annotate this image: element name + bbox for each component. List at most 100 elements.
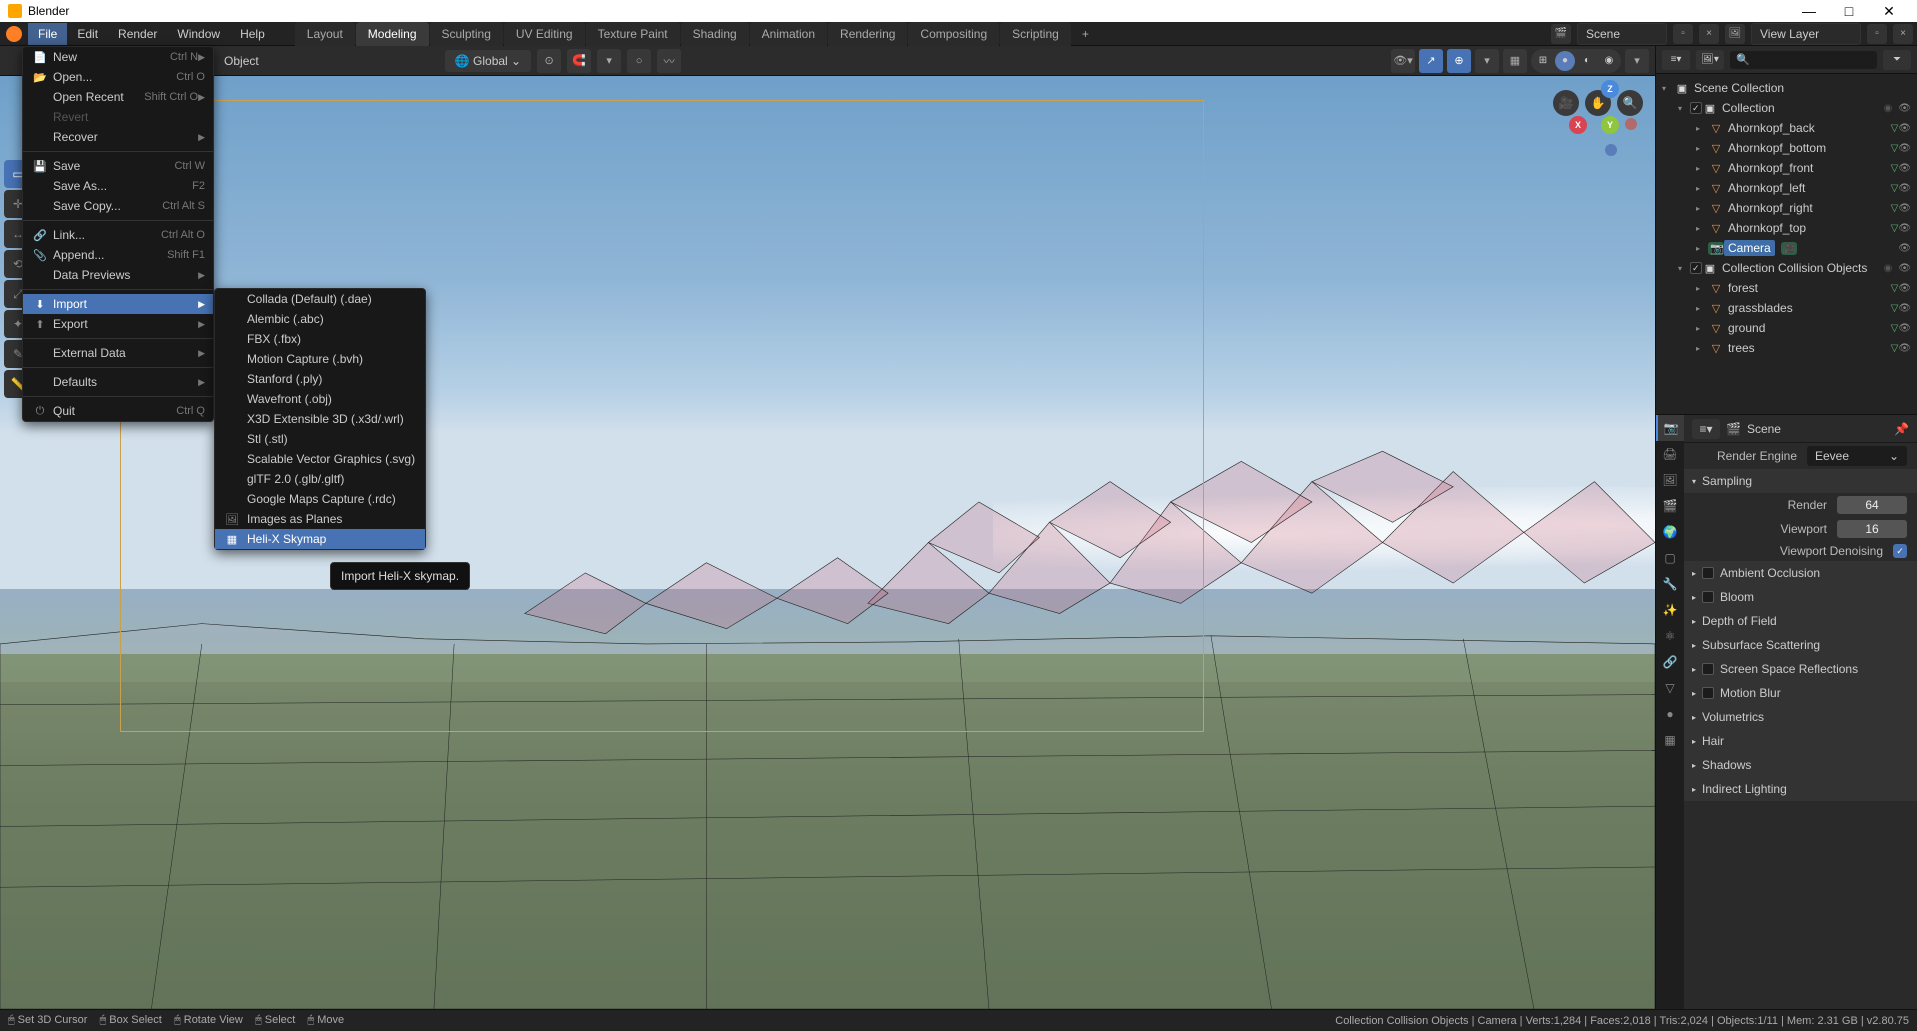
import-fbx-fbx-[interactable]: FBX (.fbx) (215, 329, 425, 349)
proportional-opts-icon[interactable]: 〰 (657, 49, 681, 73)
import-scalable-vector-graphics-svg-[interactable]: Scalable Vector Graphics (.svg) (215, 449, 425, 469)
vp-menu-object2[interactable]: Object (224, 54, 259, 68)
tab-scripting[interactable]: Scripting (1000, 22, 1071, 46)
viewlayer-del-icon[interactable]: × (1893, 24, 1913, 44)
import-google-maps-capture-rdc-[interactable]: Google Maps Capture (.rdc) (215, 489, 425, 509)
panel-indirect-lighting[interactable]: ▸Indirect Lighting (1684, 777, 1917, 801)
tab-uv-editing[interactable]: UV Editing (504, 22, 585, 46)
panel-subsurface-scattering[interactable]: ▸Subsurface Scattering (1684, 633, 1917, 657)
menu-window[interactable]: Window (167, 23, 230, 45)
snap-opts-icon[interactable]: ▾ (597, 49, 621, 73)
prop-tab-modifiers-icon[interactable]: 🔧 (1656, 571, 1684, 597)
outliner-collision-collection[interactable]: ▾▣ Collection Collision Objects ◉👁 (1656, 258, 1917, 278)
import-images-as-planes[interactable]: 🖼Images as Planes (215, 509, 425, 529)
navigation-gizmo[interactable]: Z X Y (1577, 86, 1637, 146)
prop-tab-viewlayer-icon[interactable]: 🖼 (1656, 467, 1684, 493)
viewport-denoising-checkbox[interactable]: ✓ (1893, 544, 1907, 558)
import-collada-default-dae-[interactable]: Collada (Default) (.dae) (215, 289, 425, 309)
import-alembic-abc-[interactable]: Alembic (.abc) (215, 309, 425, 329)
file-menu-export[interactable]: ⬆Export▶ (23, 314, 213, 334)
shading-wire-icon[interactable]: ⊞ (1533, 51, 1553, 71)
outliner-collection[interactable]: ▾▣ Collection ◉👁 (1656, 98, 1917, 118)
prop-tab-world-icon[interactable]: 🌍 (1656, 519, 1684, 545)
file-menu-external-data[interactable]: External Data▶ (23, 343, 213, 363)
shading-lookdev-icon[interactable]: ◐ (1577, 51, 1597, 71)
maximize-button[interactable]: □ (1829, 3, 1869, 19)
file-menu-data-previews[interactable]: Data Previews▶ (23, 265, 213, 285)
sampling-render-value[interactable]: 64 (1837, 496, 1907, 514)
outliner-filter-icon[interactable]: ⏷ (1883, 50, 1911, 70)
snap-icon[interactable]: 🧲 (567, 49, 591, 73)
file-menu-open-recent[interactable]: Open RecentShift Ctrl O▶ (23, 87, 213, 107)
import-gltf-2-0-glb-gltf-[interactable]: glTF 2.0 (.glb/.gltf) (215, 469, 425, 489)
file-menu-save[interactable]: 💾SaveCtrl W (23, 156, 213, 176)
file-menu-new[interactable]: 📄NewCtrl N▶ (23, 47, 213, 67)
overlay-opts-icon[interactable]: ▾ (1475, 49, 1499, 73)
file-menu-save-copy-[interactable]: Save Copy...Ctrl Alt S (23, 196, 213, 216)
overlay-toggle-icon[interactable]: ⊕ (1447, 49, 1471, 73)
outliner-item-trees[interactable]: ▸▽trees▽👁 (1656, 338, 1917, 358)
file-menu-defaults[interactable]: Defaults▶ (23, 372, 213, 392)
outliner-item-camera[interactable]: ▸📷Camera🎥👁 (1656, 238, 1917, 258)
import-heli-x-skymap[interactable]: ▦Heli-X Skymap (215, 529, 425, 549)
tab-sculpting[interactable]: Sculpting (430, 22, 503, 46)
gizmo-neg-z-icon[interactable] (1605, 144, 1617, 156)
outliner-item-ahornkopf_top[interactable]: ▸▽Ahornkopf_top▽👁 (1656, 218, 1917, 238)
scene-name-field[interactable]: Scene (1577, 23, 1667, 45)
prop-tab-material-icon[interactable]: ● (1656, 701, 1684, 727)
proportional-icon[interactable]: ○ (627, 49, 651, 73)
file-menu-recover[interactable]: Recover▶ (23, 127, 213, 147)
prop-tab-data-icon[interactable]: ▽ (1656, 675, 1684, 701)
panel-volumetrics[interactable]: ▸Volumetrics (1684, 705, 1917, 729)
panel-depth-of-field[interactable]: ▸Depth of Field (1684, 609, 1917, 633)
shading-opts-icon[interactable]: ▾ (1625, 49, 1649, 73)
props-editor-icon[interactable]: ≡▾ (1692, 419, 1720, 439)
visibility-icon[interactable]: 👁▾ (1391, 49, 1415, 73)
viewlayer-name-field[interactable]: View Layer (1751, 23, 1861, 45)
props-pin-icon[interactable]: 📌 (1894, 422, 1909, 436)
sampling-viewport-value[interactable]: 16 (1837, 520, 1907, 538)
gizmo-x-icon[interactable]: X (1569, 116, 1587, 134)
shading-solid-icon[interactable]: ● (1555, 51, 1575, 71)
panel-motion-blur[interactable]: ▸Motion Blur (1684, 681, 1917, 705)
outliner-item-ground[interactable]: ▸▽ground▽👁 (1656, 318, 1917, 338)
menu-help[interactable]: Help (230, 23, 275, 45)
gizmo-neg-x-icon[interactable] (1625, 118, 1637, 130)
gizmo-toggle-icon[interactable]: ↗ (1419, 49, 1443, 73)
panel-bloom[interactable]: ▸Bloom (1684, 585, 1917, 609)
gizmo-y-icon[interactable]: Y (1601, 116, 1619, 134)
prop-tab-constraints-icon[interactable]: 🔗 (1656, 649, 1684, 675)
outliner-item-ahornkopf_left[interactable]: ▸▽Ahornkopf_left▽👁 (1656, 178, 1917, 198)
outliner-display-mode[interactable]: ≡▾ (1662, 50, 1690, 70)
viewlayer-new-icon[interactable]: ▫ (1867, 24, 1887, 44)
panel-screen-space-reflections[interactable]: ▸Screen Space Reflections (1684, 657, 1917, 681)
file-menu-import[interactable]: ⬇Import▶ (23, 294, 213, 314)
orientation-select[interactable]: 🌐 Global ⌄ (445, 50, 531, 72)
import-x3d-extensible-3d-x3d-wrl-[interactable]: X3D Extensible 3D (.x3d/.wrl) (215, 409, 425, 429)
import-wavefront-obj-[interactable]: Wavefront (.obj) (215, 389, 425, 409)
xray-icon[interactable]: ▦ (1503, 49, 1527, 73)
menu-render[interactable]: Render (108, 23, 167, 45)
file-menu-append-[interactable]: 📎Append...Shift F1 (23, 245, 213, 265)
pivot-icon[interactable]: ⊙ (537, 49, 561, 73)
outliner-item-ahornkopf_bottom[interactable]: ▸▽Ahornkopf_bottom▽👁 (1656, 138, 1917, 158)
outliner-item-ahornkopf_right[interactable]: ▸▽Ahornkopf_right▽👁 (1656, 198, 1917, 218)
outliner[interactable]: ▾▣ Scene Collection ▾▣ Collection ◉👁 ▸▽A… (1656, 74, 1917, 414)
add-workspace-button[interactable]: + (1072, 22, 1099, 46)
import-stanford-ply-[interactable]: Stanford (.ply) (215, 369, 425, 389)
prop-tab-texture-icon[interactable]: ▦ (1656, 727, 1684, 753)
outliner-item-ahornkopf_back[interactable]: ▸▽Ahornkopf_back▽👁 (1656, 118, 1917, 138)
scene-del-icon[interactable]: × (1699, 24, 1719, 44)
outliner-search[interactable]: 🔍 (1730, 51, 1877, 69)
prop-tab-output-icon[interactable]: 🖨 (1656, 441, 1684, 467)
panel-shadows[interactable]: ▸Shadows (1684, 753, 1917, 777)
file-menu-link-[interactable]: 🔗Link...Ctrl Alt O (23, 225, 213, 245)
prop-tab-render-icon[interactable]: 📷 (1656, 415, 1684, 441)
outliner-item-ahornkopf_front[interactable]: ▸▽Ahornkopf_front▽👁 (1656, 158, 1917, 178)
panel-hair[interactable]: ▸Hair (1684, 729, 1917, 753)
tab-modeling[interactable]: Modeling (356, 22, 429, 46)
scene-browse-icon[interactable]: 🎬 (1551, 24, 1571, 44)
outliner-item-forest[interactable]: ▸▽forest▽👁 (1656, 278, 1917, 298)
tab-texture-paint[interactable]: Texture Paint (586, 22, 680, 46)
import-stl-stl-[interactable]: Stl (.stl) (215, 429, 425, 449)
